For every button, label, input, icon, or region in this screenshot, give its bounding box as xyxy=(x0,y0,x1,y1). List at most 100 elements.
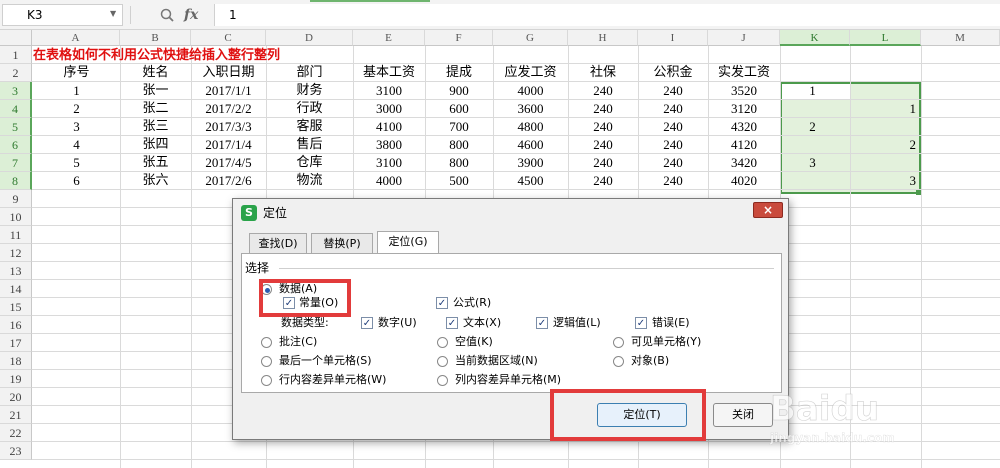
table-cell[interactable]: 600 xyxy=(425,100,493,118)
table-cell[interactable]: 售后 xyxy=(266,136,353,154)
table-cell[interactable]: 4320 xyxy=(708,118,780,136)
chevron-down-icon[interactable]: ▼ xyxy=(110,9,120,19)
table-header-cell[interactable]: 序号 xyxy=(33,64,120,82)
table-cell[interactable]: 客服 xyxy=(266,118,353,136)
table-header-cell[interactable]: 部门 xyxy=(266,64,353,82)
column-header[interactable]: D xyxy=(266,30,353,46)
table-cell[interactable]: 240 xyxy=(638,136,708,154)
table-header-cell[interactable]: 姓名 xyxy=(120,64,191,82)
table-header-cell[interactable]: 入职日期 xyxy=(191,64,266,82)
checkbox-formula[interactable]: ✓ xyxy=(436,297,448,309)
table-cell[interactable]: 财务 xyxy=(266,82,353,100)
table-cell[interactable]: 3600 xyxy=(493,100,568,118)
row-header[interactable]: 21 xyxy=(0,406,32,424)
table-header-cell[interactable]: 实发工资 xyxy=(708,64,780,82)
table-cell[interactable]: 张三 xyxy=(120,118,191,136)
table-cell[interactable]: 240 xyxy=(568,82,638,100)
table-cell[interactable]: 1 xyxy=(33,82,120,100)
table-cell[interactable]: 700 xyxy=(425,118,493,136)
row-header[interactable]: 11 xyxy=(0,226,32,244)
row-header[interactable]: 8 xyxy=(0,172,32,190)
table-cell[interactable]: 4800 xyxy=(493,118,568,136)
column-header[interactable]: K xyxy=(780,30,850,46)
checkbox-text[interactable]: ✓ xyxy=(446,317,458,329)
table-cell[interactable]: 4000 xyxy=(493,82,568,100)
table-cell[interactable]: 张六 xyxy=(120,172,191,190)
row-header[interactable]: 2 xyxy=(0,64,32,82)
column-header[interactable]: E xyxy=(353,30,425,46)
table-cell-l[interactable]: 1 xyxy=(852,100,917,118)
row-header[interactable]: 20 xyxy=(0,388,32,406)
column-header[interactable]: A xyxy=(32,30,120,46)
checkbox-number[interactable]: ✓ xyxy=(361,317,373,329)
table-header-cell[interactable]: 基本工资 xyxy=(353,64,425,82)
table-cell[interactable]: 4600 xyxy=(493,136,568,154)
table-cell[interactable]: 240 xyxy=(568,118,638,136)
radio-row-diff[interactable] xyxy=(261,375,272,386)
table-cell-k[interactable]: 2 xyxy=(790,118,835,136)
table-cell[interactable]: 2 xyxy=(33,100,120,118)
table-cell-k[interactable]: 1 xyxy=(790,82,835,100)
table-cell[interactable]: 240 xyxy=(568,172,638,190)
row-header[interactable]: 10 xyxy=(0,208,32,226)
radio-current-region[interactable] xyxy=(437,356,448,367)
table-cell-l[interactable] xyxy=(852,118,916,136)
checkbox-error[interactable]: ✓ xyxy=(635,317,647,329)
radio-visible[interactable] xyxy=(613,337,624,348)
column-header[interactable]: L xyxy=(850,30,921,46)
column-header[interactable]: F xyxy=(425,30,493,46)
table-cell[interactable]: 3520 xyxy=(708,82,780,100)
table-cell-l[interactable]: 2 xyxy=(852,136,917,154)
table-cell-k[interactable]: 3 xyxy=(790,154,835,172)
column-header[interactable]: M xyxy=(921,30,1000,46)
table-cell[interactable]: 240 xyxy=(638,172,708,190)
column-header[interactable]: H xyxy=(568,30,638,46)
table-cell[interactable]: 4000 xyxy=(353,172,425,190)
radio-blank[interactable] xyxy=(437,337,448,348)
sheet-title[interactable]: 在表格如何不利用公式快捷给插入整行整列 xyxy=(33,47,280,65)
close-icon[interactable]: × xyxy=(753,202,783,218)
fx-icon[interactable]: fx xyxy=(184,5,204,25)
table-cell-l[interactable] xyxy=(852,82,916,100)
table-header-cell[interactable]: 社保 xyxy=(568,64,638,82)
column-header[interactable]: I xyxy=(638,30,708,46)
table-cell[interactable]: 2017/1/1 xyxy=(191,82,266,100)
table-header-cell[interactable]: 公积金 xyxy=(638,64,708,82)
row-header[interactable]: 9 xyxy=(0,190,32,208)
row-header[interactable]: 13 xyxy=(0,262,32,280)
table-cell[interactable]: 2017/3/3 xyxy=(191,118,266,136)
table-cell[interactable]: 3420 xyxy=(708,154,780,172)
table-cell[interactable]: 500 xyxy=(425,172,493,190)
row-header[interactable]: 14 xyxy=(0,280,32,298)
radio-comment[interactable] xyxy=(261,337,272,348)
table-cell-k[interactable] xyxy=(790,100,835,118)
table-cell[interactable]: 仓库 xyxy=(266,154,353,172)
row-header[interactable]: 17 xyxy=(0,334,32,352)
table-cell[interactable]: 3900 xyxy=(493,154,568,172)
table-cell[interactable]: 240 xyxy=(568,154,638,172)
row-header[interactable]: 1 xyxy=(0,46,32,64)
table-cell[interactable]: 2017/1/4 xyxy=(191,136,266,154)
tab-replace[interactable]: 替换(P) xyxy=(311,233,373,253)
checkbox-logical[interactable]: ✓ xyxy=(536,317,548,329)
table-header-cell[interactable]: 应发工资 xyxy=(493,64,568,82)
table-cell[interactable]: 240 xyxy=(638,82,708,100)
table-cell[interactable]: 3100 xyxy=(353,82,425,100)
table-cell[interactable]: 3000 xyxy=(353,100,425,118)
table-cell[interactable]: 3100 xyxy=(353,154,425,172)
table-cell[interactable]: 4100 xyxy=(353,118,425,136)
column-header[interactable]: C xyxy=(191,30,266,46)
table-cell-l[interactable] xyxy=(852,154,916,172)
table-cell[interactable]: 4120 xyxy=(708,136,780,154)
row-header[interactable]: 19 xyxy=(0,370,32,388)
table-cell[interactable]: 张一 xyxy=(120,82,191,100)
table-cell[interactable]: 240 xyxy=(568,136,638,154)
table-cell[interactable]: 4500 xyxy=(493,172,568,190)
table-header-cell[interactable]: 提成 xyxy=(425,64,493,82)
table-cell[interactable]: 240 xyxy=(568,100,638,118)
row-header[interactable]: 4 xyxy=(0,100,32,118)
radio-last-cell[interactable] xyxy=(261,356,272,367)
table-cell-k[interactable] xyxy=(790,172,835,190)
radio-col-diff[interactable] xyxy=(437,375,448,386)
tab-goto[interactable]: 定位(G) xyxy=(377,231,439,253)
